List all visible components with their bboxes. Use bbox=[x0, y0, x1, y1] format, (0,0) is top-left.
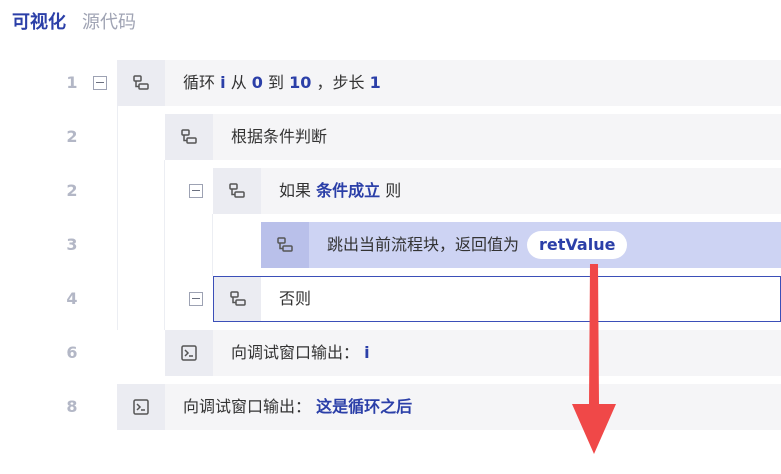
code-row-loop[interactable]: 1 循环 i 从 0 到 10 ，步长 1 bbox=[0, 60, 781, 106]
code-row-debug-print-i[interactable]: 6 向调试窗口输出： i bbox=[0, 330, 781, 376]
line-number: 1 bbox=[66, 73, 78, 92]
block-flow-icon bbox=[133, 75, 149, 90]
loop-step-value[interactable]: 1 bbox=[370, 73, 381, 92]
loop-start-value[interactable]: 0 bbox=[252, 73, 263, 92]
return-value-pill[interactable]: retValue bbox=[527, 231, 628, 259]
collapse-minus-icon[interactable] bbox=[189, 292, 203, 306]
block-handle[interactable] bbox=[165, 114, 213, 160]
collapse-minus-icon[interactable] bbox=[93, 76, 107, 90]
block-flow-icon bbox=[230, 291, 246, 306]
debug-print-statement: 向调试窗口输出： i bbox=[231, 343, 370, 362]
debug-print-value[interactable]: 这是循环之后 bbox=[316, 397, 412, 416]
else-statement: 否则 bbox=[279, 289, 312, 308]
line-number: 8 bbox=[66, 397, 78, 416]
block-handle[interactable] bbox=[117, 60, 165, 106]
break-statement: 跳出当前流程块，返回值为 retValue bbox=[327, 222, 628, 268]
terminal-icon bbox=[181, 345, 197, 361]
debug-print-value[interactable]: i bbox=[364, 343, 369, 362]
loop-end-value[interactable]: 10 bbox=[289, 73, 311, 92]
collapse-minus-icon[interactable] bbox=[189, 184, 203, 198]
code-row-break[interactable]: 3 跳出当前流程块，返回值为 retValue bbox=[0, 222, 781, 268]
tab-source[interactable]: 源代码 bbox=[82, 8, 136, 34]
editor-tabs: 可视化 源代码 bbox=[12, 8, 136, 34]
code-row-debug-print-after[interactable]: 8 向调试窗口输出： 这是循环之后 bbox=[0, 384, 781, 430]
tab-visual[interactable]: 可视化 bbox=[12, 8, 66, 34]
line-number: 2 bbox=[66, 181, 78, 200]
line-number: 6 bbox=[66, 343, 78, 362]
block-handle[interactable] bbox=[117, 384, 165, 430]
block-handle[interactable] bbox=[213, 168, 261, 214]
code-row-condition-judge[interactable]: 2 根据条件判断 bbox=[0, 114, 781, 160]
block-handle[interactable] bbox=[165, 330, 213, 376]
terminal-icon bbox=[133, 399, 149, 415]
if-condition[interactable]: 条件成立 bbox=[316, 181, 380, 200]
down-arrow-icon bbox=[572, 264, 616, 454]
debug-print-statement: 向调试窗口输出： 这是循环之后 bbox=[183, 397, 413, 416]
line-number: 4 bbox=[66, 289, 78, 308]
block-handle[interactable] bbox=[214, 277, 261, 321]
block-flow-icon bbox=[229, 183, 245, 198]
block-flow-icon bbox=[277, 237, 293, 252]
condition-statement: 根据条件判断 bbox=[231, 127, 328, 146]
block-flow-icon bbox=[181, 129, 197, 144]
loop-variable[interactable]: i bbox=[220, 73, 225, 92]
code-row-if[interactable]: 2 如果 条件成立 则 bbox=[0, 168, 781, 214]
loop-statement: 循环 i 从 0 到 10 ，步长 1 bbox=[183, 73, 381, 92]
code-row-else[interactable]: 4 否则 bbox=[0, 276, 781, 322]
line-number: 2 bbox=[66, 127, 78, 146]
block-handle[interactable] bbox=[261, 222, 309, 268]
if-statement: 如果 条件成立 则 bbox=[279, 181, 402, 200]
line-number: 3 bbox=[66, 235, 78, 254]
